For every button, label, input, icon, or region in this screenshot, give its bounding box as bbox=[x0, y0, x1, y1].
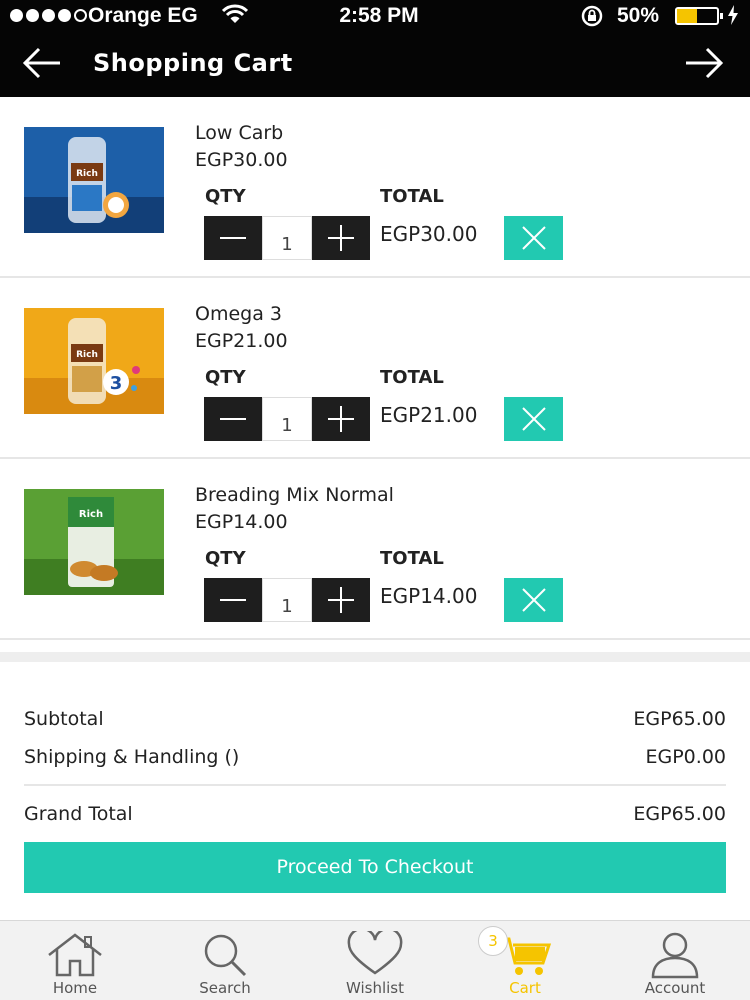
cart-items-list: Rich Low Carb EGP30.00 QTY TOTAL 1 EGP30… bbox=[0, 97, 750, 640]
total-label: TOTAL bbox=[380, 548, 444, 569]
qty-label: QTY bbox=[205, 367, 246, 388]
product-name[interactable]: Omega 3 bbox=[195, 303, 282, 325]
decrease-quantity-button[interactable] bbox=[204, 578, 262, 622]
plus-icon bbox=[328, 406, 354, 432]
summary-divider bbox=[24, 784, 726, 786]
heart-icon bbox=[347, 931, 403, 975]
subtotal-value: EGP65.00 bbox=[633, 708, 726, 730]
tab-label: Account bbox=[644, 979, 706, 997]
cart-count-badge: 3 bbox=[478, 926, 508, 956]
product-price: EGP30.00 bbox=[195, 149, 288, 171]
subtotal-label: Subtotal bbox=[24, 708, 104, 730]
decrease-quantity-button[interactable] bbox=[204, 397, 262, 441]
plus-icon bbox=[328, 587, 354, 613]
arrow-left-icon[interactable] bbox=[22, 46, 62, 80]
quantity-input[interactable]: 1 bbox=[262, 397, 312, 441]
tab-cart[interactable]: Cart bbox=[450, 921, 600, 1000]
shipping-label: Shipping & Handling () bbox=[24, 746, 240, 768]
total-label: TOTAL bbox=[380, 186, 444, 207]
close-icon bbox=[521, 226, 546, 250]
minus-icon bbox=[220, 418, 246, 420]
quantity-input[interactable]: 1 bbox=[262, 578, 312, 622]
top-bar: Orange EG 2:58 PM 50% Shopping Cart bbox=[0, 0, 750, 97]
status-bar: Orange EG 2:58 PM 50% bbox=[0, 0, 750, 32]
remove-item-button[interactable] bbox=[504, 216, 563, 260]
line-total: EGP30.00 bbox=[380, 222, 478, 246]
product-image[interactable]: Rich bbox=[24, 489, 164, 595]
quantity-stepper: 1 bbox=[204, 578, 370, 622]
product-price: EGP21.00 bbox=[195, 330, 288, 352]
quantity-stepper: 1 bbox=[204, 397, 370, 441]
product-price: EGP14.00 bbox=[195, 511, 288, 533]
line-total: EGP14.00 bbox=[380, 584, 478, 608]
proceed-to-checkout-button[interactable]: Proceed To Checkout bbox=[24, 842, 726, 893]
line-total: EGP21.00 bbox=[380, 403, 478, 427]
svg-text:Rich: Rich bbox=[76, 169, 98, 179]
tab-label: Wishlist bbox=[345, 979, 405, 997]
minus-icon bbox=[220, 237, 246, 239]
tab-home[interactable]: Home bbox=[0, 921, 150, 1000]
cart-item: Rich Breading Mix Normal EGP14.00 QTY TO… bbox=[0, 459, 750, 640]
subtotal-row: Subtotal EGP65.00 bbox=[24, 700, 726, 738]
minus-icon bbox=[220, 599, 246, 601]
grand-total-value: EGP65.00 bbox=[633, 803, 726, 825]
svg-text:3: 3 bbox=[110, 373, 123, 394]
user-icon bbox=[651, 932, 699, 979]
page-title: Shopping Cart bbox=[93, 49, 293, 77]
order-summary: Subtotal EGP65.00 Shipping & Handling ()… bbox=[24, 700, 726, 776]
grand-total-row: Grand Total EGP65.00 bbox=[24, 797, 726, 835]
tab-wishlist[interactable]: Wishlist bbox=[300, 921, 450, 1000]
cart-item: Rich 3 Omega 3 EGP21.00 QTY TOTAL 1 EGP2… bbox=[0, 278, 750, 459]
svg-text:Rich: Rich bbox=[76, 350, 98, 360]
quantity-input[interactable]: 1 bbox=[262, 216, 312, 260]
product-image[interactable]: Rich 3 bbox=[24, 308, 164, 414]
tab-search[interactable]: Search bbox=[150, 921, 300, 1000]
qty-label: QTY bbox=[205, 548, 246, 569]
increase-quantity-button[interactable] bbox=[312, 397, 370, 441]
search-icon bbox=[204, 934, 247, 977]
close-icon bbox=[521, 588, 546, 612]
arrow-right-icon[interactable] bbox=[684, 46, 724, 80]
product-name[interactable]: Breading Mix Normal bbox=[195, 484, 394, 506]
tab-account[interactable]: Account bbox=[600, 921, 750, 1000]
remove-item-button[interactable] bbox=[504, 578, 563, 622]
quantity-stepper: 1 bbox=[204, 216, 370, 260]
increase-quantity-button[interactable] bbox=[312, 216, 370, 260]
tab-label: Home bbox=[52, 979, 98, 997]
close-icon bbox=[521, 407, 546, 431]
shipping-value: EGP0.00 bbox=[645, 746, 727, 768]
rotation-lock-icon bbox=[581, 5, 603, 27]
tab-label: Search bbox=[199, 979, 251, 997]
charging-bolt-icon bbox=[728, 5, 738, 25]
total-label: TOTAL bbox=[380, 367, 444, 388]
bottom-tab-bar: Home Search Wishlist Cart Account bbox=[0, 920, 750, 1000]
product-image[interactable]: Rich bbox=[24, 127, 164, 233]
plus-icon bbox=[328, 225, 354, 251]
home-icon bbox=[48, 933, 102, 977]
shipping-row: Shipping & Handling () EGP0.00 bbox=[24, 738, 726, 776]
tab-label: Cart bbox=[509, 979, 541, 997]
grand-total-label: Grand Total bbox=[24, 803, 133, 825]
qty-label: QTY bbox=[205, 186, 246, 207]
decrease-quantity-button[interactable] bbox=[204, 216, 262, 260]
battery-percent: 50% bbox=[617, 4, 660, 27]
svg-text:Rich: Rich bbox=[79, 509, 103, 520]
battery-icon bbox=[675, 7, 723, 25]
section-divider bbox=[0, 652, 750, 662]
increase-quantity-button[interactable] bbox=[312, 578, 370, 622]
product-name[interactable]: Low Carb bbox=[195, 122, 283, 144]
remove-item-button[interactable] bbox=[504, 397, 563, 441]
cart-item: Rich Low Carb EGP30.00 QTY TOTAL 1 EGP30… bbox=[0, 97, 750, 278]
